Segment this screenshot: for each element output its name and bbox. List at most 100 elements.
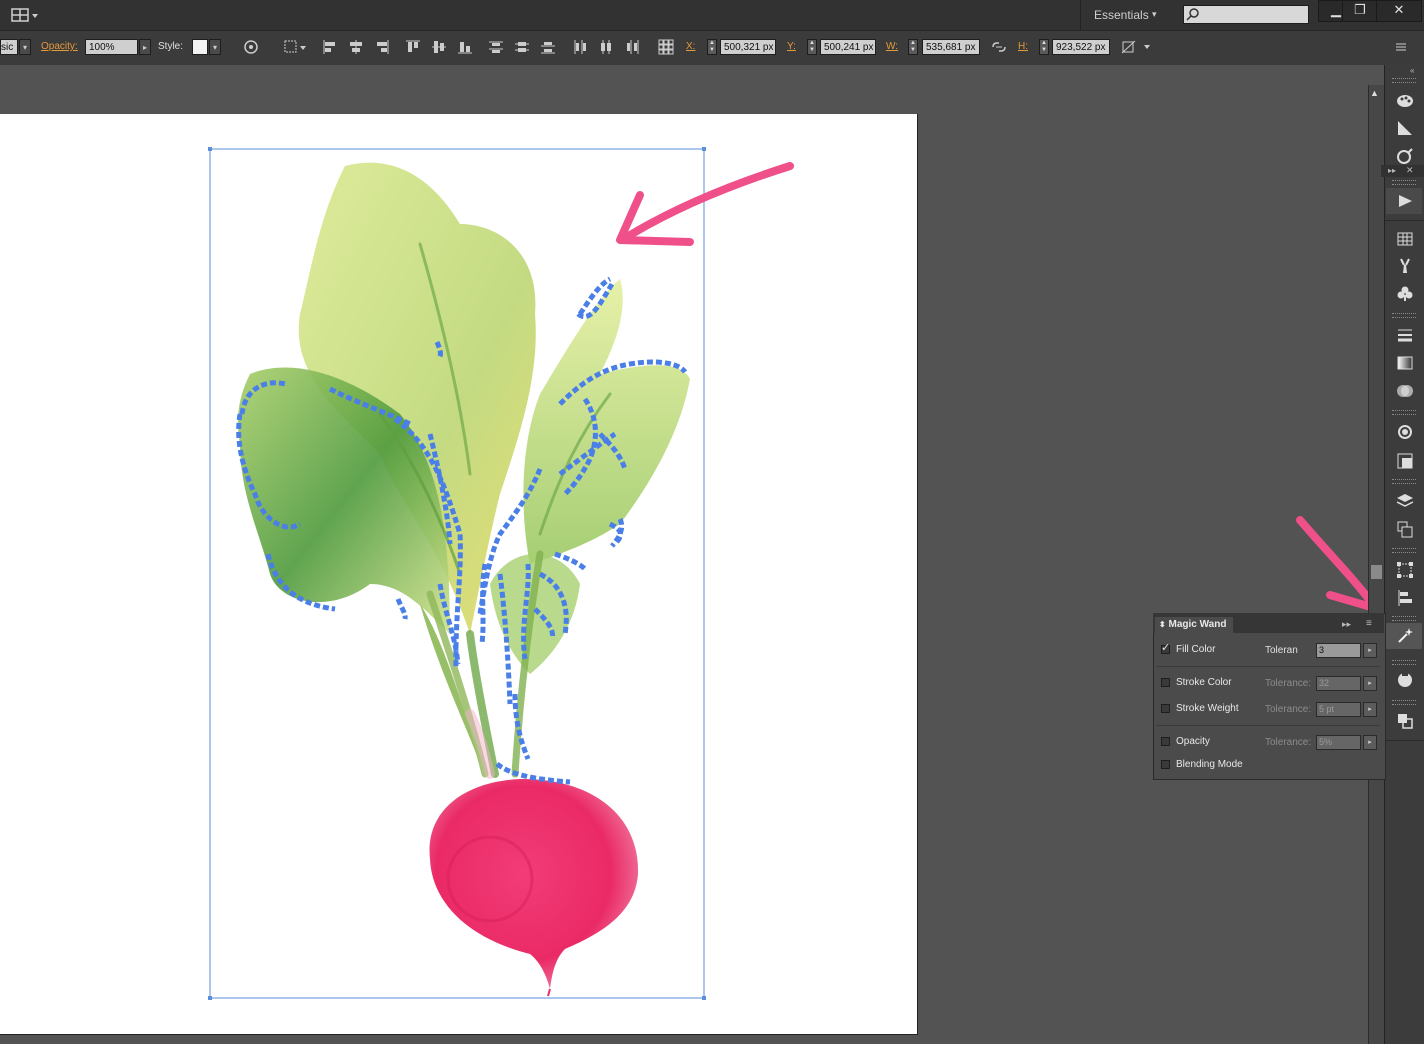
x-label[interactable]: X: [686, 41, 695, 52]
divider [1385, 220, 1424, 221]
opacity-label[interactable]: Opacity: [41, 41, 78, 52]
w-field[interactable]: 535,681 px [922, 39, 980, 55]
arrange-documents-button[interactable] [0, 4, 44, 26]
magic-wand-tab-title[interactable]: ⬍ Magic Wand [1155, 617, 1233, 633]
stroke-color-tolerance-arrow[interactable]: ▸ [1363, 676, 1377, 691]
transform-options-icon[interactable] [1120, 38, 1154, 56]
swatches-grid-icon[interactable] [1395, 229, 1415, 249]
style-swatch[interactable] [192, 39, 208, 55]
dock-grip[interactable] [1392, 660, 1416, 665]
dock-grip[interactable] [1392, 78, 1416, 83]
scrollbar-thumb[interactable] [1371, 565, 1382, 579]
color-picker-icon[interactable] [1395, 146, 1415, 166]
workspace-switcher[interactable]: Essentials [1094, 8, 1149, 22]
radish-bulb [429, 778, 639, 997]
color-palette-icon[interactable] [1395, 90, 1415, 110]
opacity-checkbox[interactable] [1161, 737, 1170, 746]
close-button[interactable]: ✕ [1376, 0, 1422, 22]
document-tab-strip [0, 65, 1384, 85]
fill-tolerance-arrow[interactable]: ▸ [1363, 643, 1377, 658]
fill-color-label: Fill Color [1176, 644, 1216, 655]
panel-menu-icon[interactable] [1392, 38, 1410, 56]
align-top-icon[interactable] [404, 38, 422, 56]
h-stepper[interactable]: ▲ ▼ [1039, 39, 1049, 55]
recolor-artwork-icon[interactable] [242, 38, 260, 56]
artboards-icon[interactable] [1395, 519, 1415, 539]
dock-grip[interactable] [1392, 180, 1416, 185]
chevron-down-icon[interactable]: ▾ [19, 39, 31, 55]
restore-button[interactable]: ❐ [1342, 0, 1378, 22]
distribute-bottom-icon[interactable] [539, 38, 557, 56]
transparency-icon[interactable] [1395, 381, 1415, 401]
expand-panels-icon[interactable]: ▸▸ [1388, 166, 1396, 175]
distribute-top-icon[interactable] [487, 38, 505, 56]
graphic-styles-icon[interactable] [1395, 451, 1415, 471]
distribute-horizontal-center-icon[interactable] [597, 38, 615, 56]
dock-grip[interactable] [1392, 700, 1416, 705]
brush-definition-field[interactable]: sic [0, 39, 18, 55]
align-icon[interactable] [1395, 588, 1415, 608]
y-field[interactable]: 500,241 px [820, 39, 876, 55]
reference-point-icon[interactable] [657, 38, 675, 56]
panel-menu-icon[interactable]: ≡ [1366, 618, 1372, 629]
align-right-icon[interactable] [373, 38, 391, 56]
chevron-down-icon[interactable]: ▾ [1152, 9, 1157, 20]
artboard[interactable] [0, 114, 918, 1035]
constrain-proportions-icon[interactable] [990, 38, 1008, 56]
h-field[interactable]: 923,522 px [1052, 39, 1110, 55]
transform-icon[interactable] [1395, 560, 1415, 580]
dock-grip[interactable] [1392, 313, 1416, 318]
sort-arrows-icon: ⬍ [1159, 620, 1166, 629]
stroke-weight-checkbox[interactable] [1161, 704, 1170, 713]
y-label[interactable]: Y: [787, 41, 796, 52]
divider [1385, 740, 1424, 741]
navigator-icon[interactable] [1395, 670, 1415, 690]
play-action-icon[interactable] [1395, 191, 1415, 211]
opacity-tolerance-arrow[interactable]: ▸ [1363, 735, 1377, 750]
y-stepper[interactable]: ▲ ▼ [807, 39, 817, 55]
distribute-vertical-center-icon[interactable] [513, 38, 531, 56]
align-bottom-icon[interactable] [456, 38, 474, 56]
symbols-icon[interactable] [1395, 284, 1415, 304]
gradient-icon[interactable] [1395, 353, 1415, 373]
opacity-field[interactable]: 100% [85, 39, 138, 55]
blending-mode-label: Blending Mode [1176, 759, 1243, 770]
dock-grip[interactable] [1392, 548, 1416, 553]
brushes-icon[interactable] [1395, 256, 1415, 276]
stroke-color-checkbox[interactable] [1161, 678, 1170, 687]
pathfinder-icon[interactable] [1395, 711, 1415, 731]
collapse-dock-icon[interactable]: « [1410, 66, 1414, 75]
chevron-down-icon[interactable]: ▾ [209, 39, 221, 55]
dock-grip[interactable] [1392, 479, 1416, 484]
magic-wand-panel [1153, 613, 1386, 780]
appearance-icon[interactable] [1395, 422, 1415, 442]
align-vertical-center-icon[interactable] [430, 38, 448, 56]
dock-grip[interactable] [1392, 616, 1416, 621]
opacity-tolerance-field[interactable]: 5% [1316, 735, 1361, 750]
stroke-color-tolerance-field[interactable]: 32 [1316, 676, 1361, 691]
dock-grip[interactable] [1392, 410, 1416, 415]
color-guide-icon[interactable] [1395, 118, 1415, 138]
stroke-weight-tolerance-arrow[interactable]: ▸ [1363, 702, 1377, 717]
stroke-weight-tolerance-field[interactable]: 5 pt [1316, 702, 1361, 717]
blending-mode-checkbox[interactable] [1161, 760, 1170, 769]
distribute-right-icon[interactable] [623, 38, 641, 56]
layers-icon[interactable] [1395, 491, 1415, 511]
stroke-icon[interactable] [1395, 325, 1415, 345]
scroll-up-icon[interactable]: ▲ [1370, 88, 1379, 98]
x-field[interactable]: 500,321 px [720, 39, 776, 55]
w-label[interactable]: W: [886, 41, 898, 52]
align-horizontal-center-icon[interactable] [347, 38, 365, 56]
w-stepper[interactable]: ▲ ▼ [908, 39, 918, 55]
align-to-selection-icon[interactable] [282, 38, 308, 56]
radish-artwork[interactable] [0, 114, 917, 1034]
expand-panel-icon[interactable]: ▸▸ [1342, 619, 1351, 630]
distribute-left-icon[interactable] [571, 38, 589, 56]
opacity-flyout-arrow[interactable]: ▸ [139, 39, 151, 55]
fill-tolerance-field[interactable]: 3 [1316, 643, 1361, 658]
h-label[interactable]: H: [1018, 41, 1028, 52]
close-panel-icon[interactable]: ✕ [1406, 165, 1414, 176]
x-stepper[interactable]: ▲ ▼ [707, 39, 717, 55]
magic-wand-icon[interactable] [1395, 626, 1415, 646]
align-left-icon[interactable] [321, 38, 339, 56]
